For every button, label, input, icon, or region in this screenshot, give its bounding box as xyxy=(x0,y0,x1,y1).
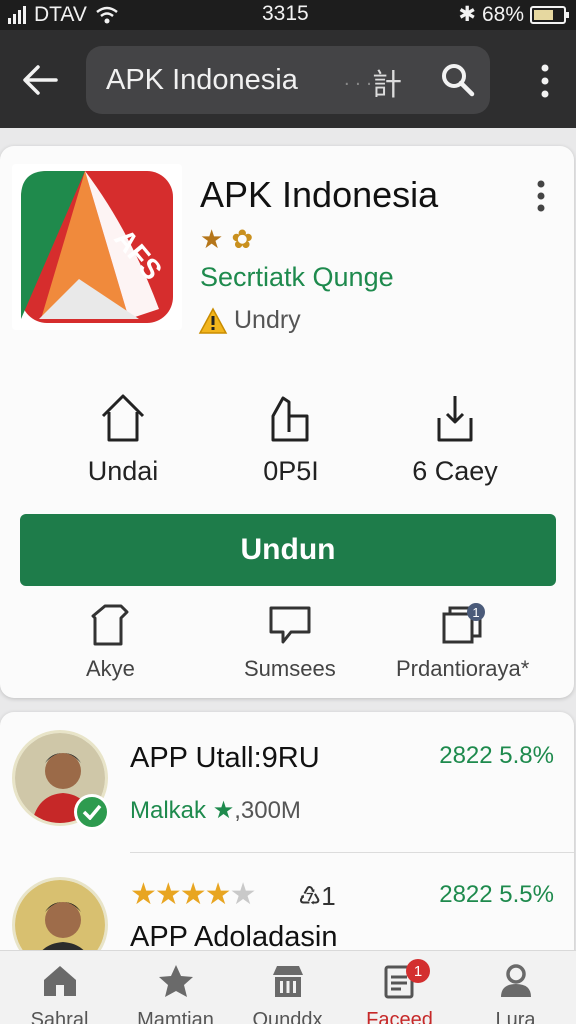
nav-item-home[interactable]: Sahral xyxy=(2,963,117,1024)
search-input[interactable]: APK Indonesia xyxy=(106,64,298,97)
list-item-downloads: ,300M xyxy=(234,797,301,824)
verified-check-icon xyxy=(74,794,110,830)
search-icon[interactable] xyxy=(440,62,476,98)
app-logo-icon: AFS xyxy=(21,171,173,323)
battery-icon xyxy=(530,5,569,24)
home-icon xyxy=(101,394,145,442)
warning-label: Undry xyxy=(234,306,301,334)
stat-label: 6 Caey xyxy=(412,456,498,486)
nav-label: Sahral xyxy=(30,1009,89,1024)
nav-item-feed[interactable]: 1 Faceed xyxy=(342,959,457,1024)
stat-label: 0P5I xyxy=(263,456,319,486)
chat-icon xyxy=(269,606,311,644)
warning-row: Undry xyxy=(198,306,301,335)
award-badges: ★ ✿ xyxy=(200,224,253,255)
list-item-title: APP Utall:9RU xyxy=(130,742,320,774)
ellipsis: . . . xyxy=(344,68,372,90)
back-button[interactable] xyxy=(18,58,62,102)
bottom-navigation: Sahral Mamtian Ounddx 1 Faceed Lura xyxy=(0,950,576,1024)
action-item[interactable]: Sumsees xyxy=(244,602,336,682)
nav-item-profile[interactable]: Lura xyxy=(458,963,573,1024)
app-actions: Akye Sumsees 1 Prdantioraya* xyxy=(0,602,574,692)
rating-stars: ★★★★★ xyxy=(130,878,256,911)
app-bar: APK Indonesia . . . 計 xyxy=(0,30,576,128)
stat-label: Undai xyxy=(87,456,159,486)
share-icon xyxy=(271,396,309,442)
store-icon xyxy=(272,966,303,997)
star-badge-icon: ★ xyxy=(200,224,224,254)
notification-badge: 1 xyxy=(406,959,430,983)
signal-icon xyxy=(8,6,26,24)
shirt-icon xyxy=(91,604,129,646)
warning-icon xyxy=(198,306,228,334)
action-item[interactable]: Akye xyxy=(86,602,135,682)
search-bar[interactable]: APK Indonesia . . . 計 xyxy=(86,46,490,114)
list-item-meta: 2822 5.8% xyxy=(439,742,554,769)
clock: 3315 xyxy=(262,2,309,25)
list-item-meta: 2822 5.5% xyxy=(439,881,554,908)
list-item-developer: Malkak ★ xyxy=(130,797,235,824)
more-vert-icon[interactable] xyxy=(540,64,550,98)
download-icon xyxy=(437,396,473,442)
person-icon xyxy=(500,964,531,997)
action-item[interactable]: 1 Prdantioraya* xyxy=(396,602,529,682)
publisher-link[interactable]: Secrtiatk Qunge xyxy=(200,262,394,293)
list-item[interactable]: APP Utall:9RU Malkak ★,300M 2822 5.8% xyxy=(0,712,574,852)
input-method-icon[interactable]: 計 xyxy=(372,60,402,104)
stat-item: 0P5I xyxy=(196,392,386,487)
nav-item-favorites[interactable]: Mamtian xyxy=(118,963,233,1024)
app-detail-card: AFS APK Indonesia ★ ✿ Secrtiatk Qunge Un… xyxy=(0,146,574,698)
nav-label: Faceed xyxy=(366,1009,433,1024)
medal-badge-icon: ✿ xyxy=(231,224,254,254)
stat-item: 6 Caey xyxy=(360,392,550,487)
nav-item-store[interactable]: Ounddx xyxy=(230,963,345,1024)
wifi-icon xyxy=(96,6,118,24)
more-vert-icon[interactable] xyxy=(536,180,546,212)
nav-label: Ounddx xyxy=(252,1009,323,1024)
install-button[interactable]: Undun xyxy=(20,514,556,586)
action-label: Akye xyxy=(86,656,135,681)
list-item-subtitle: Malkak ★,300M xyxy=(130,796,301,825)
nav-label: Mamtian xyxy=(137,1009,214,1024)
gallery-badge: 1 xyxy=(472,605,479,620)
nav-label: Lura xyxy=(495,1009,536,1024)
carrier-label: DTAV xyxy=(34,3,87,26)
stat-item: Undai xyxy=(28,392,218,487)
status-bar: DTAV 3315 ✱ 68% xyxy=(0,0,576,30)
action-label: Sumsees xyxy=(244,656,336,681)
app-icon: AFS xyxy=(12,164,182,330)
star-icon xyxy=(158,965,193,997)
list-item-rank: ♹1 xyxy=(298,881,336,911)
app-title: APK Indonesia xyxy=(200,174,439,215)
bluetooth-icon: ✱ xyxy=(458,3,476,26)
app-stats: Undai 0P5I 6 Caey xyxy=(0,392,574,492)
gallery-icon: 1 xyxy=(442,603,485,644)
battery-percent: 68% xyxy=(481,2,524,26)
back-arrow-icon xyxy=(23,65,58,95)
action-label: Prdantioraya* xyxy=(396,656,530,681)
home-icon xyxy=(43,966,76,996)
